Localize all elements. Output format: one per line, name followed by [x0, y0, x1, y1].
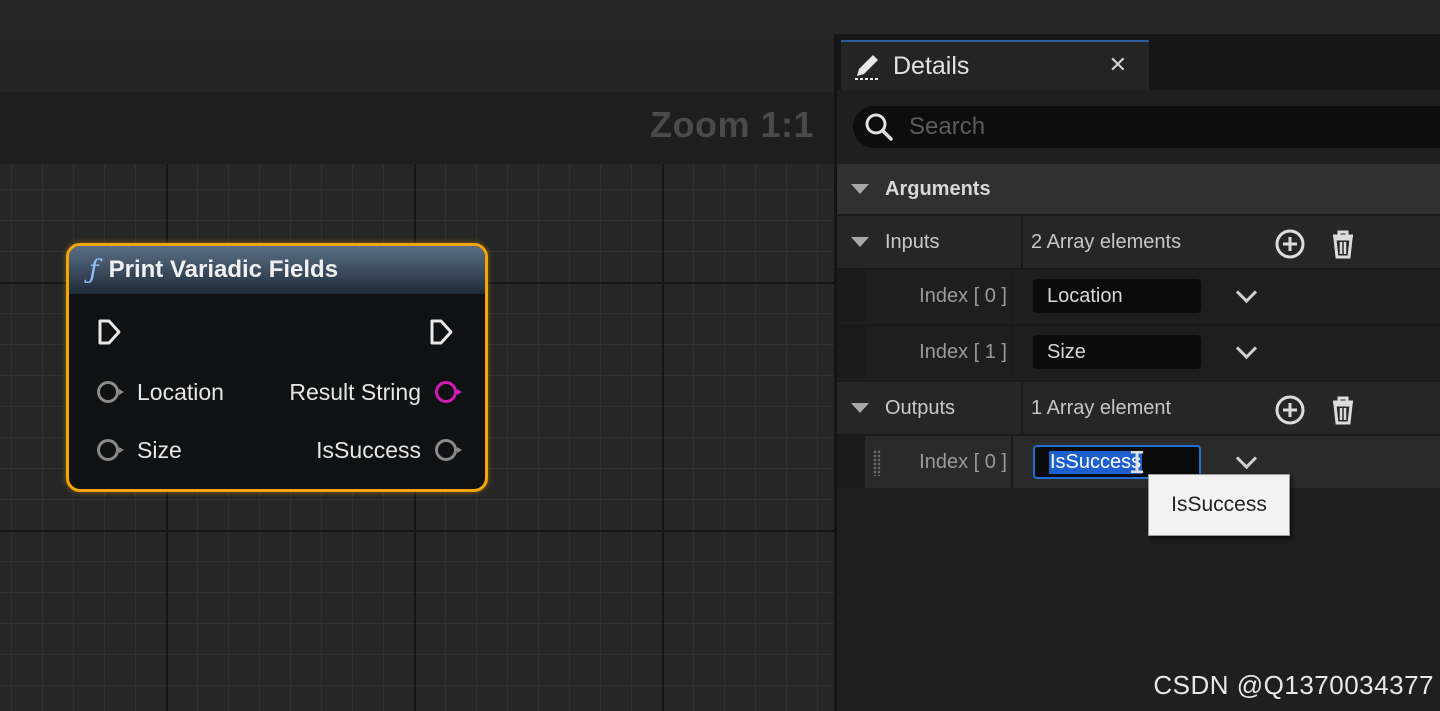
collapse-arrow-icon[interactable]	[851, 237, 869, 247]
output-pin-result-string[interactable]: Result String	[289, 374, 462, 410]
input-pin-size[interactable]: Size	[97, 432, 182, 468]
exec-out-pin-icon[interactable]	[429, 318, 455, 346]
outputs-array-row: Outputs 1 Array element	[837, 380, 1440, 434]
index-cell: Index [ 0 ]	[837, 436, 1013, 488]
value-cell: Size	[1009, 326, 1440, 378]
collapse-arrow-icon[interactable]	[851, 403, 869, 413]
inputs-name-cell: Inputs	[837, 216, 1023, 268]
tooltip: IsSuccess	[1148, 474, 1290, 536]
add-element-icon[interactable]	[1274, 394, 1306, 426]
exec-in-pin-icon[interactable]	[97, 318, 123, 346]
value-cell: Location	[1009, 270, 1440, 322]
pin-label: IsSuccess	[316, 436, 421, 463]
inputs-value-cell: 2 Array elements	[1009, 216, 1440, 268]
node-title: Print Variadic Fields	[108, 256, 339, 283]
outputs-name-cell: Outputs	[837, 382, 1023, 434]
element-name-field[interactable]: Location	[1033, 279, 1201, 313]
delete-all-trash-icon[interactable]	[1327, 228, 1359, 260]
pin-label: Size	[137, 436, 182, 463]
pin-circle-icon	[97, 439, 124, 461]
pin-circle-icon	[97, 381, 124, 403]
outputs-value-cell: 1 Array element	[1009, 382, 1440, 434]
inputs-element-row: Index [ 0 ] Location	[837, 268, 1440, 322]
tab-title: Details	[893, 51, 970, 80]
details-panel: Details ✕ Search Arguments Inputs 2 Arra…	[834, 34, 1440, 711]
element-name-field[interactable]: Size	[1033, 335, 1201, 369]
graph-header-strip	[0, 34, 834, 92]
function-icon: ƒ	[89, 255, 99, 285]
search-input[interactable]: Search	[853, 106, 1440, 148]
inputs-array-row: Inputs 2 Array elements	[837, 214, 1440, 268]
index-cell: Index [ 1 ]	[837, 326, 1013, 378]
tab-details[interactable]: Details ✕	[841, 40, 1149, 90]
outputs-count: 1 Array element	[1031, 396, 1172, 419]
pin-label: Result String	[289, 378, 421, 405]
collapse-arrow-icon[interactable]	[851, 184, 869, 194]
string-pin-icon	[435, 381, 462, 403]
delete-all-trash-icon[interactable]	[1327, 394, 1359, 426]
pencil-icon	[855, 55, 879, 80]
chevron-down-icon[interactable]	[1235, 281, 1258, 303]
close-icon[interactable]: ✕	[1109, 52, 1127, 78]
search-icon	[865, 113, 893, 141]
inputs-element-row: Index [ 1 ] Size	[837, 324, 1440, 378]
chevron-down-icon[interactable]	[1235, 337, 1258, 359]
chevron-down-icon[interactable]	[1235, 447, 1258, 469]
index-label: Index [ 0 ]	[919, 284, 1007, 307]
node-header[interactable]: ƒ Print Variadic Fields	[69, 246, 485, 294]
input-pin-location[interactable]: Location	[97, 374, 224, 410]
index-label: Index [ 1 ]	[919, 340, 1007, 363]
section-arguments[interactable]: Arguments	[837, 164, 1440, 214]
inputs-label: Inputs	[885, 230, 940, 253]
section-label: Arguments	[885, 177, 991, 200]
index-cell: Index [ 0 ]	[837, 270, 1013, 322]
add-element-icon[interactable]	[1274, 228, 1306, 260]
watermark: CSDN @Q1370034377	[1153, 670, 1434, 700]
index-label: Index [ 0 ]	[919, 450, 1007, 473]
outputs-label: Outputs	[885, 396, 956, 419]
output-pin-issuccess[interactable]: IsSuccess	[316, 432, 462, 468]
tab-strip: Details ✕	[837, 34, 1440, 90]
search-placeholder: Search	[909, 113, 986, 140]
pin-circle-icon	[435, 439, 462, 461]
zoom-label: Zoom 1:1	[649, 104, 814, 145]
top-toolbar	[0, 0, 1440, 35]
pin-label: Location	[137, 378, 224, 405]
text-cursor-icon: I	[1128, 446, 1147, 481]
print-variadic-fields-node[interactable]: ƒ Print Variadic Fields Location Size Re…	[66, 243, 488, 492]
inputs-count: 2 Array elements	[1031, 230, 1182, 253]
